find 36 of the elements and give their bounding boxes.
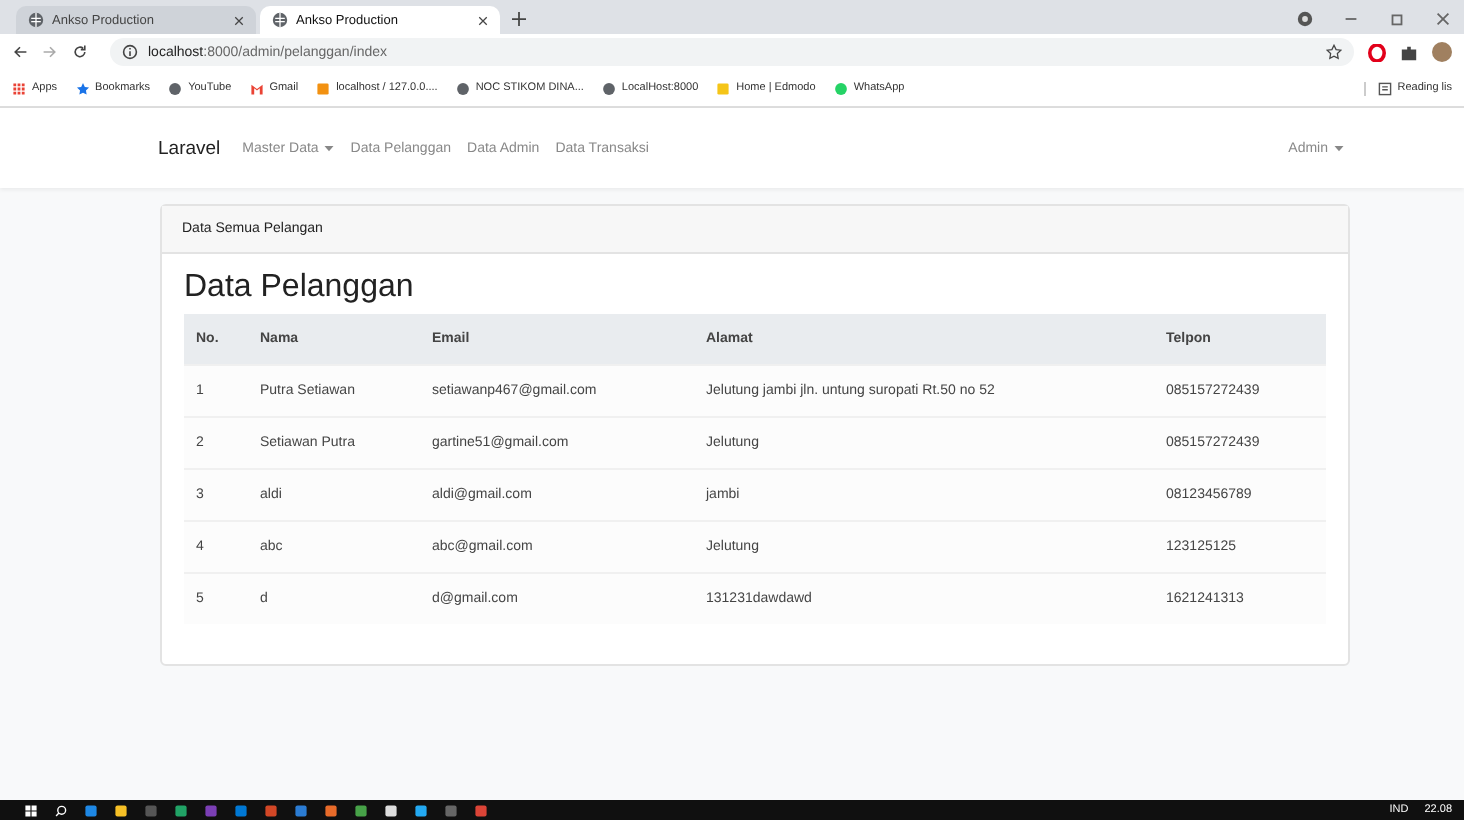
favicon-icon [249, 81, 264, 95]
favicon-icon [601, 81, 616, 95]
favicon-icon [316, 81, 331, 95]
restore-icon[interactable] [1388, 10, 1406, 28]
brand-link[interactable]: Laravel [158, 137, 221, 159]
favicon-icon [168, 81, 183, 95]
star-icon[interactable] [1326, 44, 1342, 60]
favicon-icon [833, 81, 848, 95]
taskbar-app-icon[interactable] [384, 803, 398, 817]
reload-icon[interactable] [72, 44, 88, 60]
profile-icon[interactable] [1296, 10, 1314, 28]
list-icon [1377, 81, 1392, 95]
caret-icon [1334, 145, 1344, 151]
search-icon[interactable] [54, 803, 68, 817]
taskbar-app-icon[interactable] [354, 803, 368, 817]
windows-logo-icon[interactable] [24, 803, 38, 817]
new-tab-icon[interactable] [512, 12, 526, 26]
back-icon[interactable] [12, 44, 28, 60]
close-icon[interactable] [234, 15, 244, 25]
page-heading: Data Pelanggan [184, 270, 416, 306]
favicon-icon [716, 81, 731, 95]
avatar[interactable] [1432, 42, 1452, 62]
grid-icon [12, 81, 26, 95]
info-icon [122, 44, 138, 60]
close-icon[interactable] [1434, 10, 1452, 28]
taskbar-app-icon[interactable] [414, 803, 428, 817]
globe-icon [28, 12, 44, 28]
star-icon [75, 81, 90, 95]
taskbar-app-icon[interactable] [114, 803, 128, 817]
taskbar-app-icon[interactable] [174, 803, 188, 817]
opera-icon[interactable] [1368, 43, 1386, 61]
favicon-icon [455, 81, 470, 95]
taskbar-app-icon[interactable] [324, 803, 338, 817]
caret-icon [324, 145, 335, 151]
close-icon[interactable] [478, 15, 488, 25]
globe-icon [272, 12, 288, 28]
